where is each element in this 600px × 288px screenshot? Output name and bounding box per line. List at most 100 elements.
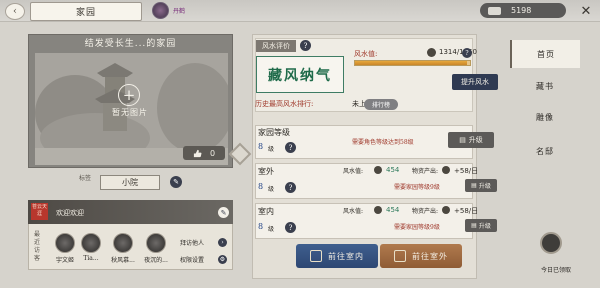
scroll-icon: ▤ bbox=[471, 222, 477, 229]
fengshui-value-help-icon[interactable]: ? bbox=[462, 48, 472, 58]
coin-icon bbox=[488, 6, 501, 15]
outdoor-level-number: 8 bbox=[258, 182, 264, 191]
go-outdoor-button[interactable]: 前往室外 bbox=[380, 244, 462, 268]
leaderboard-button[interactable]: 排行榜 bbox=[364, 99, 398, 110]
indoor-card bbox=[255, 203, 473, 239]
upgrade-label: 升级 bbox=[478, 223, 491, 230]
outdoor-fengshui-label: 风水值: bbox=[343, 168, 364, 175]
home-level-unit: 级 bbox=[268, 146, 275, 153]
recent-visitors-label: 最近访客 bbox=[34, 231, 41, 262]
welcome-edit-button[interactable]: ✎ bbox=[218, 207, 229, 218]
like-count: 0 bbox=[209, 148, 216, 158]
visitor-name: Tia... bbox=[83, 255, 99, 262]
yard-tag-label: 标签 bbox=[78, 175, 91, 182]
indoor-production-value: +58/日 bbox=[454, 207, 479, 215]
fengshui-compass-icon bbox=[427, 48, 436, 57]
raise-fengshui-button[interactable]: 提升风水 bbox=[452, 74, 498, 90]
upgrade-label: 升级 bbox=[468, 136, 483, 144]
visitor-name: 秋风慕... bbox=[111, 257, 135, 264]
plus-icon: + bbox=[122, 86, 136, 104]
visitor-item[interactable]: Tia... bbox=[76, 233, 106, 262]
indoor-production-label: 物资产出: bbox=[412, 208, 439, 215]
thumbs-up-icon bbox=[193, 149, 202, 157]
like-button[interactable]: 0 bbox=[183, 146, 225, 160]
nav-item-mansion[interactable]: 名邸 bbox=[510, 137, 580, 165]
outdoor-icon bbox=[394, 250, 406, 262]
upgrade-label: 升级 bbox=[478, 183, 491, 190]
fengshui-help-icon[interactable]: ? bbox=[300, 40, 311, 51]
player-avatar[interactable] bbox=[152, 2, 169, 19]
outdoor-production-label: 物资产出: bbox=[412, 168, 439, 175]
close-button[interactable]: ✕ bbox=[578, 3, 594, 19]
outdoor-card bbox=[255, 163, 473, 199]
outdoor-help-icon[interactable]: ? bbox=[285, 182, 296, 193]
no-photo-label: 暂无图片 bbox=[112, 108, 148, 117]
fengshui-progress-bar bbox=[354, 60, 471, 66]
home-level-title: 家园等级 bbox=[258, 128, 290, 137]
settings-icon[interactable]: ⚙ bbox=[218, 255, 227, 264]
player-name: 丹鹤 bbox=[173, 8, 186, 15]
go-indoor-label: 前往室内 bbox=[328, 251, 364, 261]
fengshui-rating-name: 藏风纳气 bbox=[256, 56, 344, 93]
fengshui-title: 风水评价 bbox=[256, 40, 296, 52]
coin-amount: 5198 bbox=[511, 6, 532, 15]
go-indoor-button[interactable]: 前往室内 bbox=[296, 244, 378, 268]
outdoor-upgrade-button[interactable]: ▤ 升级 bbox=[465, 179, 497, 192]
avatar[interactable] bbox=[113, 233, 133, 253]
visitor-item[interactable]: 夜沉的... bbox=[141, 233, 171, 264]
indoor-fengshui-value: 454 bbox=[386, 206, 400, 214]
fengshui-compass-icon bbox=[374, 166, 382, 174]
fengshui-value-label: 风水值: bbox=[354, 50, 378, 58]
visit-others-arrow-icon[interactable]: › bbox=[218, 238, 227, 247]
outdoor-title: 室外 bbox=[258, 167, 274, 176]
seal-stamp-icon: 苍云天涯 bbox=[31, 203, 48, 220]
showcase-title: 结发受长生...的家园 bbox=[84, 39, 177, 49]
permission-settings-link[interactable]: 权限设置 bbox=[180, 255, 204, 264]
outdoor-fengshui-value: 454 bbox=[386, 166, 400, 174]
outdoor-requirement: 需要家园等级9级 bbox=[394, 184, 440, 191]
resource-icon bbox=[442, 206, 450, 214]
nav-item-home[interactable]: 首页 bbox=[510, 40, 580, 68]
visitor-name: 夜沉的... bbox=[144, 257, 168, 264]
page-title: 家园 bbox=[30, 2, 142, 21]
history-rank-label: 历史最高风水排行: bbox=[255, 100, 314, 108]
visit-others-link[interactable]: 拜访他人 bbox=[180, 238, 204, 247]
indoor-help-icon[interactable]: ? bbox=[285, 222, 296, 233]
indoor-icon bbox=[310, 250, 322, 262]
welcome-message: 欢迎欢迎 bbox=[56, 209, 84, 217]
indoor-fengshui-label: 风水值: bbox=[343, 208, 364, 215]
home-level-help-icon[interactable]: ? bbox=[285, 142, 296, 153]
coin-counter[interactable]: 5198 bbox=[480, 3, 566, 18]
avatar[interactable] bbox=[81, 233, 101, 253]
outdoor-production-value: +58/日 bbox=[454, 167, 479, 175]
back-button[interactable]: ‹ bbox=[5, 3, 25, 20]
indoor-upgrade-button[interactable]: ▤ 升级 bbox=[465, 219, 497, 232]
indoor-level-unit: 级 bbox=[268, 226, 275, 233]
fengshui-compass-icon bbox=[374, 206, 382, 214]
avatar[interactable] bbox=[146, 233, 166, 253]
avatar[interactable] bbox=[55, 233, 75, 253]
daily-claimed-label: 今日已领取 bbox=[540, 267, 571, 274]
player-info[interactable]: 丹鹤 bbox=[152, 2, 222, 19]
add-photo-button[interactable]: + bbox=[118, 84, 140, 106]
indoor-requirement: 需要家园等级9级 bbox=[394, 224, 440, 231]
scroll-icon: ▤ bbox=[471, 182, 477, 189]
outdoor-level-unit: 级 bbox=[268, 186, 275, 193]
scroll-icon: ▤ bbox=[459, 136, 466, 144]
daily-reward-chest-icon[interactable] bbox=[540, 232, 562, 254]
indoor-level-number: 8 bbox=[258, 222, 264, 231]
home-level-requirement: 需要角色等级达到58级 bbox=[352, 139, 414, 146]
yard-name-button[interactable]: 小院 bbox=[100, 175, 160, 190]
close-icon: ✕ bbox=[580, 3, 592, 19]
pencil-icon: ✎ bbox=[173, 178, 179, 186]
fengshui-progress-fill bbox=[355, 61, 467, 65]
visitor-item[interactable]: 秋风慕... bbox=[108, 233, 138, 264]
nav-item-statue[interactable]: 雕像 bbox=[510, 103, 580, 131]
indoor-title: 室内 bbox=[258, 207, 274, 216]
home-level-upgrade-button[interactable]: ▤ 升级 bbox=[448, 132, 494, 148]
yard-edit-button[interactable]: ✎ bbox=[170, 176, 182, 188]
back-arrow-icon: ‹ bbox=[13, 6, 17, 17]
go-outdoor-label: 前往室外 bbox=[412, 251, 448, 261]
pencil-icon: ✎ bbox=[220, 208, 227, 217]
nav-item-books[interactable]: 藏书 bbox=[510, 72, 580, 100]
